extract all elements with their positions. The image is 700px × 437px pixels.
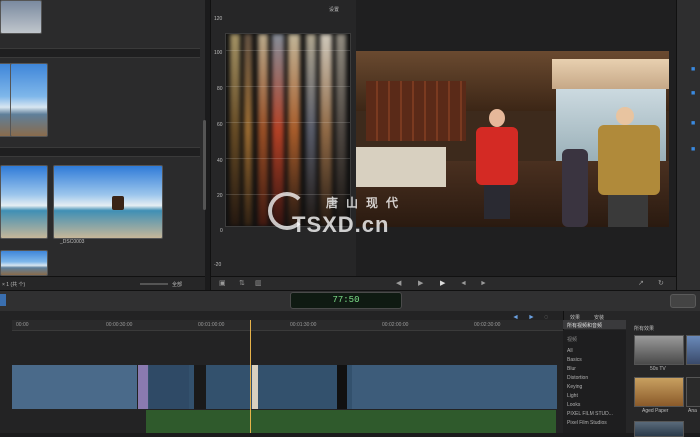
effect-label: Ana: [688, 408, 697, 414]
tool-menu-button[interactable]: [670, 294, 696, 308]
skip-forward-icon[interactable]: ►: [480, 280, 487, 287]
scale-label: 80: [217, 86, 223, 92]
effect-label: 50s TV: [650, 366, 666, 372]
footer-count-text: × 1 (共 个): [2, 282, 26, 288]
ruler-tick: 00:02:00:00: [382, 322, 409, 328]
clip-segment[interactable]: [252, 365, 258, 409]
category-selected[interactable]: 所有视频和音频: [563, 320, 626, 329]
category-item[interactable]: All: [567, 348, 573, 354]
category-heading: 视频: [567, 337, 578, 343]
category-selected-label: 所有视频和音频: [567, 323, 603, 329]
effect-thumb-ana[interactable]: [686, 377, 700, 407]
skip-back-icon[interactable]: ◄: [460, 280, 467, 287]
clip-segment[interactable]: [12, 365, 138, 409]
clip-label: _DSC0003: [60, 239, 85, 245]
clip-thumbnail-dsc0003[interactable]: [53, 165, 163, 239]
clip-thumbnail[interactable]: [0, 250, 48, 276]
preview-heading: 所有效果: [634, 326, 655, 332]
curtain: [552, 59, 669, 89]
timeline-ruler[interactable]: 00:00 00:00:30:00 00:01:00:00 00:01:30:0…: [12, 320, 563, 331]
filter-label[interactable]: 全部: [172, 281, 182, 288]
browser-scrollbar[interactable]: [203, 120, 206, 210]
scale-label: 60: [217, 122, 223, 128]
crop-icon[interactable]: ▥: [255, 280, 262, 287]
counter: [356, 147, 446, 187]
effect-thumb-aged-paper[interactable]: [634, 377, 684, 407]
scale-label: 20: [217, 193, 223, 199]
category-item[interactable]: Pixel Film Studios: [567, 420, 607, 426]
clip-thumbnail[interactable]: [0, 0, 42, 34]
category-item[interactable]: Distortion: [567, 375, 588, 381]
person-brown-jacket: [594, 107, 664, 227]
clip-thumbnail[interactable]: [0, 165, 48, 239]
shelf: [366, 81, 466, 141]
layout-icon[interactable]: ▣: [219, 280, 226, 287]
category-item[interactable]: PIXEL FILM STUD...: [567, 411, 613, 417]
watermark: 唐山现代 TSXD.cn: [268, 186, 468, 246]
audio-track[interactable]: [146, 410, 556, 433]
watermark-cn: 唐山现代: [326, 196, 407, 210]
person-red-jacket: [474, 109, 520, 219]
horse-figure: [112, 196, 124, 210]
inspector-checkbox[interactable]: ■: [691, 66, 695, 73]
clip-segment[interactable]: [149, 365, 189, 409]
next-frame-icon[interactable]: ▶: [418, 280, 423, 287]
scale-label: 120: [214, 16, 223, 22]
ruler-tick: 00:02:30:00: [474, 322, 501, 328]
transform-icon[interactable]: ⇅: [239, 280, 245, 287]
ruler-tick: 00:00:30:00: [106, 322, 133, 328]
effects-category-list: 所有视频和音频 视频 All Basics Blur Distortion Ke…: [563, 320, 626, 433]
effect-thumb-placeholder[interactable]: [686, 335, 700, 365]
scale-label: -20: [214, 262, 222, 268]
inspector-checkbox[interactable]: ■: [691, 146, 695, 153]
category-item[interactable]: Light: [567, 393, 578, 399]
play-icon[interactable]: ▶: [440, 280, 445, 287]
inspector-checkbox[interactable]: ■: [691, 90, 695, 97]
scale-label: 100: [214, 50, 223, 56]
effect-thumb[interactable]: [634, 421, 684, 437]
left-toolbar-button[interactable]: [0, 294, 6, 306]
category-item[interactable]: Looks: [567, 402, 580, 408]
zoom-slider[interactable]: [140, 283, 168, 285]
inspector-checkbox[interactable]: ■: [691, 120, 695, 127]
category-item[interactable]: Keying: [567, 384, 582, 390]
scale-label: 0: [220, 228, 223, 234]
ruler-tick: 00:01:00:00: [198, 322, 225, 328]
effect-thumb-50s-tv[interactable]: [634, 335, 684, 365]
clip-segment[interactable]: [138, 365, 148, 409]
person-background: [562, 149, 588, 227]
scope-settings-menu[interactable]: 设置: [329, 6, 339, 13]
category-item[interactable]: Blur: [567, 366, 576, 372]
effect-label: Aged Paper: [642, 408, 669, 414]
scale-label: 40: [217, 158, 223, 164]
viewer-footer: ◀ ▶ ▶ ◄ ► ↗ ↻: [356, 276, 676, 291]
browser-footer: × 1 (共 个) 全部: [0, 276, 205, 291]
primary-storyline[interactable]: [12, 365, 557, 409]
category-item[interactable]: Basics: [567, 357, 582, 363]
inspector-panel: ■ ■ ■ ■: [676, 0, 700, 290]
scope-footer: ▣ ⇅ ▥: [211, 276, 357, 291]
timecode-display[interactable]: 77:50: [290, 292, 402, 309]
clip-segment[interactable]: [352, 365, 557, 409]
clip-segment[interactable]: [194, 365, 206, 409]
fullscreen-icon[interactable]: ↗: [638, 280, 644, 287]
section-divider: [0, 147, 200, 157]
section-divider: [0, 48, 200, 58]
ruler-tick: 00:01:30:00: [290, 322, 317, 328]
clip-thumbnail[interactable]: [10, 63, 48, 137]
previous-frame-icon[interactable]: ◀: [396, 280, 401, 287]
clip-segment[interactable]: [337, 365, 347, 409]
watermark-en: TSXD.cn: [292, 212, 390, 237]
ruler-tick: 00:00: [16, 322, 29, 328]
loop-icon[interactable]: ↻: [658, 280, 664, 287]
event-browser: _DSC0003 × 1 (共 个) 全部: [0, 0, 206, 291]
playhead[interactable]: [250, 320, 251, 433]
